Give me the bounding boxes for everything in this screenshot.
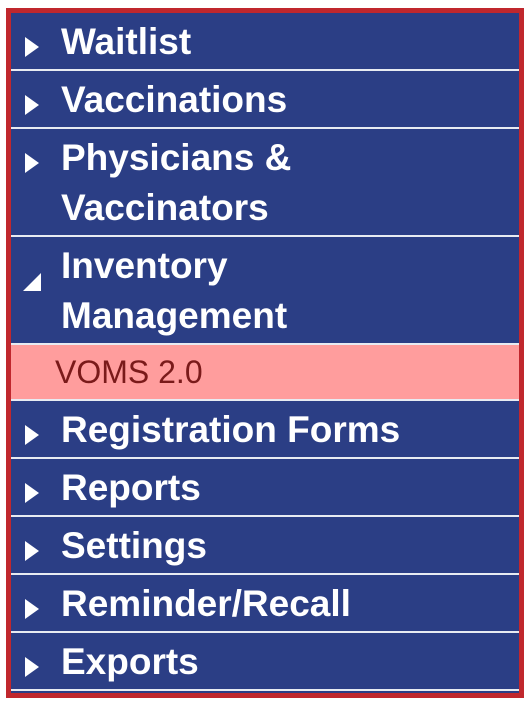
menu-item-label: Exports (61, 641, 199, 682)
menu-item-label: Vaccinations (61, 79, 288, 120)
menu-item-label: Registration Forms (61, 409, 401, 450)
menu-item-label: Settings (61, 525, 207, 566)
menu-item-label-line1: Physicians & (61, 137, 292, 178)
menu-item-label: Reminder/Recall (61, 583, 351, 624)
submenu-item-label: VOMS 2.0 (55, 354, 203, 390)
triangle-right-icon (25, 37, 39, 57)
menu-item-inventory-management[interactable]: Inventory Management (11, 237, 519, 345)
triangle-right-icon (25, 657, 39, 677)
triangle-down-icon (23, 273, 41, 291)
menu-item-label-line1: Inventory (61, 245, 228, 286)
navigation-menu: Waitlist Vaccinations Physicians & Vacci… (6, 8, 524, 698)
triangle-right-icon (25, 483, 39, 503)
menu-item-waitlist[interactable]: Waitlist (11, 13, 519, 71)
triangle-right-icon (25, 599, 39, 619)
menu-item-reminder-recall[interactable]: Reminder/Recall (11, 575, 519, 633)
triangle-right-icon (25, 153, 39, 173)
menu-item-reports[interactable]: Reports (11, 459, 519, 517)
menu-item-registration-forms[interactable]: Registration Forms (11, 401, 519, 459)
menu-item-label: Reports (61, 467, 201, 508)
menu-item-physicians-vaccinators[interactable]: Physicians & Vaccinators (11, 129, 519, 237)
menu-item-vaccinations[interactable]: Vaccinations (11, 71, 519, 129)
triangle-right-icon (25, 95, 39, 115)
menu-item-settings[interactable]: Settings (11, 517, 519, 575)
menu-item-label-line2: Management (61, 295, 288, 336)
menu-item-label-line2: Vaccinators (61, 187, 269, 228)
menu-list: Waitlist Vaccinations Physicians & Vacci… (11, 13, 519, 691)
menu-item-exports[interactable]: Exports (11, 633, 519, 691)
submenu-item-voms[interactable]: VOMS 2.0 (11, 345, 519, 401)
triangle-right-icon (25, 541, 39, 561)
menu-item-label: Waitlist (61, 21, 192, 62)
triangle-right-icon (25, 425, 39, 445)
